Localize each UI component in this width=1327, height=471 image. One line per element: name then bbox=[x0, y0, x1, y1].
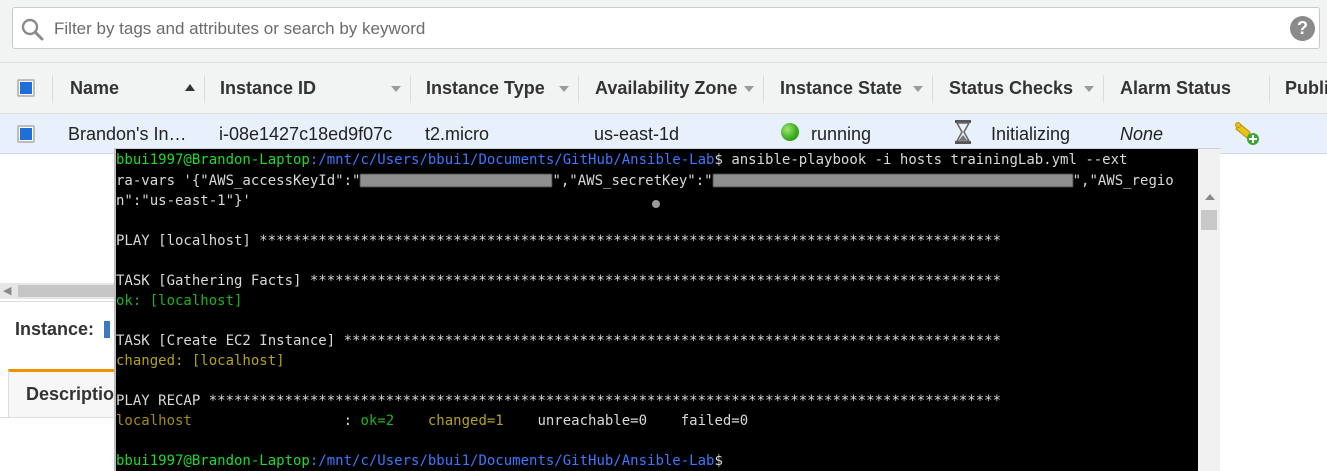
cell-name: Brandon's In… bbox=[68, 124, 187, 144]
recap-changed: changed=1 bbox=[427, 413, 504, 429]
play-line: PLAY [localhost] ***********************… bbox=[116, 233, 1002, 249]
scrollbar-thumb[interactable] bbox=[18, 285, 116, 297]
prompt-path: :/mnt/c/Users/bbui1/Documents/GitHub/Ans… bbox=[309, 152, 715, 168]
task-result-changed: changed: [localhost] bbox=[116, 353, 285, 369]
mouse-cursor-dot bbox=[652, 200, 660, 208]
chevron-down-icon[interactable] bbox=[913, 86, 923, 92]
terminal-window[interactable]: bbui1997@Brandon-Laptop:/mnt/c/Users/bbu… bbox=[114, 148, 1220, 471]
terminal-line: n":"us-east-1"}' bbox=[116, 193, 251, 209]
column-header-instance-id[interactable]: Instance ID bbox=[220, 78, 316, 99]
search-input[interactable]: Filter by tags and attributes or search … bbox=[54, 19, 425, 39]
column-divider bbox=[1103, 75, 1104, 103]
terminal-line: bbui1997@Brandon-Laptop:/mnt/c/Users/bbu… bbox=[116, 150, 1127, 170]
column-divider bbox=[410, 75, 411, 103]
column-header-availability-zone[interactable]: Availability Zone bbox=[595, 78, 737, 99]
instance-label: Instance: bbox=[15, 319, 95, 339]
command-text: ra-vars '{"AWS_accessKeyId":" bbox=[116, 173, 361, 189]
column-header-instance-type[interactable]: Instance Type bbox=[426, 78, 545, 99]
column-divider bbox=[52, 75, 53, 103]
command-text: ","AWS_secretKey":" bbox=[552, 173, 713, 189]
divider bbox=[0, 301, 116, 302]
redacted-access-key bbox=[360, 174, 553, 187]
prompt-sign: $ bbox=[714, 152, 723, 168]
column-divider bbox=[204, 75, 205, 103]
terminal-scrollbar[interactable] bbox=[1198, 149, 1220, 471]
command-text: ansible-playbook -i hosts trainingLab.ym… bbox=[722, 152, 1128, 168]
details-tabs: Descriptio bbox=[0, 369, 116, 418]
scroll-up-icon[interactable] bbox=[1205, 194, 1215, 200]
redacted-secret-key bbox=[712, 174, 1073, 187]
recap-host: localhost bbox=[116, 413, 344, 429]
column-header-status-checks[interactable]: Status Checks bbox=[949, 78, 1073, 99]
column-divider bbox=[1269, 75, 1270, 103]
column-header-name[interactable]: Name bbox=[70, 78, 119, 99]
cell-instance-id: i-08e1427c18ed9f07c bbox=[219, 124, 393, 144]
search-box[interactable]: Filter by tags and attributes or search … bbox=[12, 7, 1320, 49]
cell-instance-state: running bbox=[811, 124, 872, 144]
recap-line: PLAY RECAP *****************************… bbox=[116, 393, 1002, 409]
scroll-left-icon[interactable]: ◀ bbox=[3, 284, 11, 297]
prompt-path: :/mnt/c/Users/bbui1/Documents/GitHub/Ans… bbox=[309, 453, 715, 469]
column-header-instance-state[interactable]: Instance State bbox=[780, 78, 902, 99]
recap-rest: unreachable=0 failed=0 bbox=[503, 413, 749, 429]
recap-ok: ok=2 bbox=[360, 413, 395, 429]
prompt-user: bbui1997@Brandon-Laptop bbox=[116, 453, 310, 469]
table-header: Name Instance ID Instance Type Availabil… bbox=[0, 62, 1327, 114]
task-line: TASK [Create EC2 Instance] *************… bbox=[116, 333, 1002, 349]
terminal-line: bbui1997@Brandon-Laptop:/mnt/c/Users/bbu… bbox=[116, 451, 723, 471]
filter-bar: Filter by tags and attributes or search … bbox=[0, 0, 1327, 62]
hourglass-icon bbox=[955, 120, 971, 144]
sort-ascending-icon[interactable] bbox=[185, 84, 195, 91]
recap-colon: : bbox=[343, 413, 361, 429]
chevron-down-icon[interactable] bbox=[391, 86, 401, 92]
horizontal-scrollbar[interactable]: ◀ bbox=[0, 283, 116, 299]
column-divider bbox=[763, 75, 764, 103]
chevron-down-icon[interactable] bbox=[1084, 86, 1094, 92]
task-result-ok: ok: [localhost] bbox=[116, 293, 243, 309]
command-text: ","AWS_regio bbox=[1072, 173, 1174, 189]
column-divider bbox=[932, 75, 933, 103]
help-icon[interactable]: ? bbox=[1290, 16, 1315, 41]
cell-status-checks: Initializing bbox=[991, 124, 1071, 144]
prompt-sign: $ bbox=[714, 453, 723, 469]
search-icon bbox=[21, 18, 44, 41]
cell-instance-type: t2.micro bbox=[425, 124, 490, 144]
instance-marker bbox=[104, 321, 110, 338]
bell-plus-icon[interactable] bbox=[1234, 120, 1260, 146]
tab-description[interactable]: Descriptio bbox=[8, 369, 116, 417]
chevron-down-icon[interactable] bbox=[744, 86, 754, 92]
row-checkbox[interactable] bbox=[17, 125, 35, 143]
cell-availability-zone: us-east-1d bbox=[594, 124, 680, 144]
recap-gap bbox=[394, 413, 428, 429]
running-status-icon bbox=[781, 123, 799, 141]
prompt-user: bbui1997@Brandon-Laptop bbox=[116, 152, 310, 168]
column-header-public[interactable]: Publi bbox=[1285, 78, 1327, 99]
scrollbar-thumb[interactable] bbox=[1201, 210, 1217, 230]
cell-alarm-status: None bbox=[1120, 124, 1164, 144]
tab-description-label: Descriptio bbox=[26, 384, 115, 404]
recap-summary: localhost : ok=2 changed=1 unreachable=0… bbox=[116, 411, 748, 431]
select-all-checkbox[interactable] bbox=[17, 79, 35, 97]
chevron-down-icon[interactable] bbox=[559, 86, 569, 92]
task-line: TASK [Gathering Facts] *****************… bbox=[116, 273, 1002, 289]
column-header-alarm-status[interactable]: Alarm Status bbox=[1120, 78, 1231, 99]
column-divider bbox=[578, 75, 579, 103]
terminal-line: ra-vars '{"AWS_accessKeyId":" ","AWS_secr… bbox=[116, 171, 1174, 191]
